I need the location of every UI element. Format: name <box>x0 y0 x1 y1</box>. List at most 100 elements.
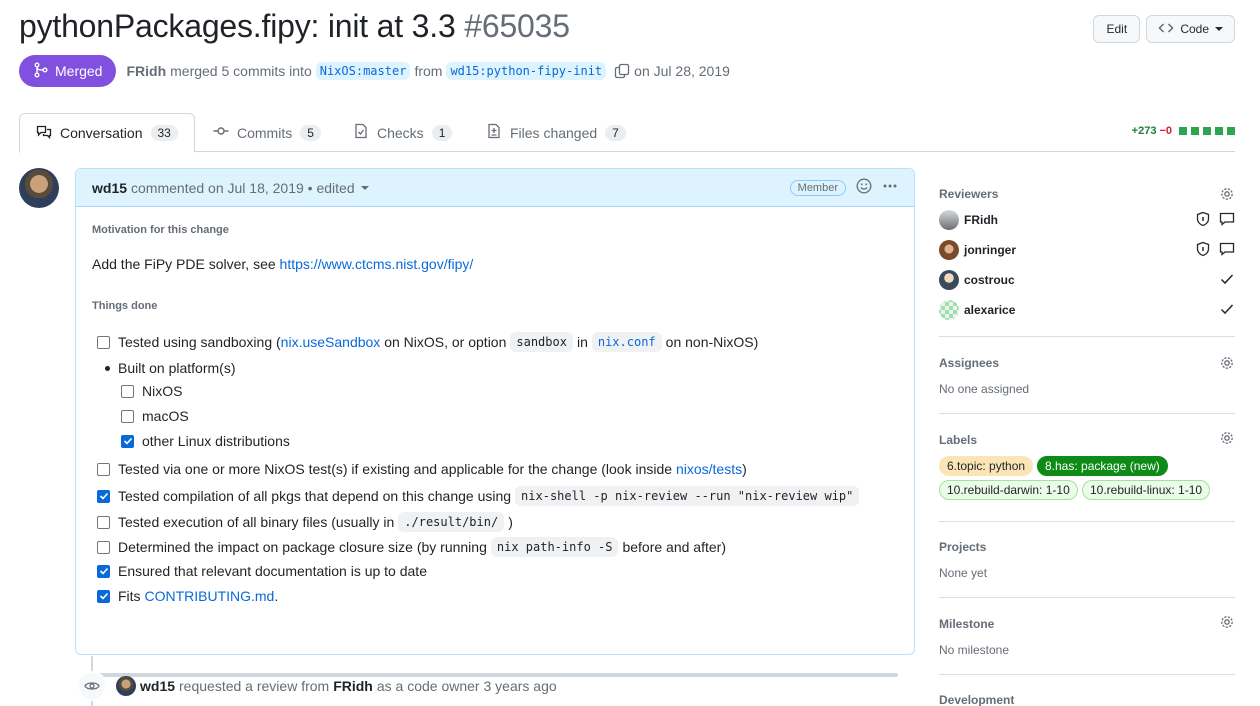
assignees-empty: No one assigned <box>939 382 1030 396</box>
edit-button[interactable]: Edit <box>1093 15 1141 43</box>
things-done-heading: Things done <box>92 300 158 312</box>
gear-icon[interactable] <box>1219 430 1235 449</box>
labels-title: Labels <box>939 433 978 447</box>
tab-conversation[interactable]: Conversation 33 <box>19 113 195 153</box>
development-title: Development <box>939 693 1015 706</box>
inline-code: sandbox <box>510 332 573 352</box>
tab-count: 5 <box>300 124 321 141</box>
reviewer-item[interactable]: costrouc <box>939 270 1235 290</box>
code-icon <box>1158 20 1174 39</box>
reviewers-section: Reviewers FRidh jonringer costrouc alexa… <box>939 170 1235 337</box>
comment-actions <box>856 178 898 197</box>
page-title: pythonPackages.fipy: init at 3.3 #65035 <box>19 8 570 45</box>
avatar <box>939 300 959 320</box>
task-checkbox-checked[interactable] <box>97 489 110 503</box>
task-text: NixOS <box>142 383 183 399</box>
head-branch[interactable]: wd15:python-fipy-init <box>446 62 607 80</box>
task-checkbox-checked[interactable] <box>97 589 110 603</box>
conversation-icon <box>36 124 52 143</box>
label-rebuild-linux[interactable]: 10.rebuild-linux: 1-10 <box>1082 480 1211 500</box>
tab-label: Files changed <box>510 124 598 141</box>
label-has-package-new[interactable]: 8.has: package (new) <box>1037 456 1168 476</box>
task-checkbox[interactable] <box>97 515 110 529</box>
reviewer-item[interactable]: jonringer <box>939 240 1235 260</box>
task-other-linux: other Linux distributions <box>121 433 290 449</box>
base-branch[interactable]: NixOS:master <box>315 62 411 80</box>
tab-label: Checks <box>377 124 424 141</box>
task-text: . <box>274 588 279 604</box>
copy-icon[interactable] <box>614 63 630 79</box>
code-button[interactable]: Code <box>1146 15 1235 43</box>
comment-action[interactable]: commented on Jul 18, 2019 • edited <box>131 180 355 196</box>
tab-commits[interactable]: Commits 5 <box>197 113 337 152</box>
task-checkbox-checked[interactable] <box>97 564 110 578</box>
caret-down-icon <box>1215 22 1223 36</box>
reviewer-status <box>1219 301 1235 320</box>
task-checkbox[interactable] <box>121 384 134 398</box>
state-label: Merged <box>55 63 103 79</box>
inline-code: ./result/bin/ <box>398 512 505 532</box>
projects-title: Projects <box>939 540 987 554</box>
gear-icon[interactable] <box>1219 355 1235 374</box>
tab-label: Conversation <box>60 125 143 141</box>
reviewer-item[interactable]: FRidh <box>939 210 1235 230</box>
comment-icon <box>1219 241 1235 260</box>
task-checkbox[interactable] <box>97 540 110 554</box>
check-icon <box>1219 271 1235 290</box>
smiley-icon[interactable] <box>856 178 872 197</box>
task-checkbox[interactable] <box>121 409 134 423</box>
task-documentation: Ensured that relevant documentation is u… <box>97 563 427 579</box>
reviewer-name: costrouc <box>964 273 1015 287</box>
diffstat-block <box>1191 127 1199 135</box>
pr-number: #65035 <box>464 8 570 44</box>
task-text: Tested using sandboxing ( <box>118 334 281 350</box>
reviewer-name: jonringer <box>964 243 1017 257</box>
label-rebuild-darwin[interactable]: 10.rebuild-darwin: 1-10 <box>939 480 1078 500</box>
contributing-link[interactable]: CONTRIBUTING.md <box>144 588 274 604</box>
motivation-paragraph: Add the FiPy PDE solver, see https://www… <box>92 256 473 272</box>
nix-usesandbox-link[interactable]: nix.useSandbox <box>281 334 381 350</box>
task-text: before and after) <box>622 539 726 555</box>
tab-count: 1 <box>431 124 453 141</box>
fipy-link[interactable]: https://www.ctcms.nist.gov/fipy/ <box>280 256 474 272</box>
milestone-empty: No milestone <box>939 643 1010 657</box>
merge-icon <box>33 62 49 81</box>
merger-link[interactable]: FRidh <box>126 63 166 79</box>
assignees-section: Assignees No one assigned <box>939 337 1235 414</box>
diffstat-block <box>1227 127 1235 135</box>
edit-label: Edit <box>1106 22 1128 36</box>
merge-date: on Jul 28, 2019 <box>634 63 730 79</box>
event-actor[interactable]: wd15 <box>140 678 175 694</box>
task-contributing: Fits CONTRIBUTING.md. <box>97 588 278 604</box>
task-checkbox[interactable] <box>97 335 110 349</box>
nix-conf-link[interactable]: nix.conf <box>591 332 662 352</box>
task-text: Tested execution of all binary files (us… <box>118 514 395 530</box>
tab-files-changed[interactable]: Files changed 7 <box>470 113 642 152</box>
comment-author[interactable]: wd15 <box>92 180 127 196</box>
caret-down-icon[interactable] <box>360 184 369 192</box>
merge-action-text: merged 5 commits into <box>170 63 312 79</box>
reviewers-title: Reviewers <box>939 187 999 201</box>
task-checkbox[interactable] <box>97 462 110 476</box>
event-text: requested a review from <box>179 678 330 694</box>
task-nixos: NixOS <box>121 383 182 399</box>
gear-icon[interactable] <box>1219 614 1235 633</box>
task-text: Fits <box>118 588 141 604</box>
task-macos: macOS <box>121 408 189 424</box>
diffstat[interactable]: +273 −0 <box>1132 125 1235 137</box>
built-on-item: Built on platform(s) <box>105 360 235 376</box>
role-badge: Member <box>789 179 846 196</box>
kebab-horizontal-icon[interactable] <box>882 178 898 197</box>
gear-icon[interactable] <box>1219 186 1235 205</box>
nixos-tests-link[interactable]: nixos/tests <box>676 461 742 477</box>
task-checkbox-checked[interactable] <box>121 434 134 448</box>
task-text: other Linux distributions <box>142 433 290 449</box>
event-target[interactable]: FRidh <box>333 678 373 694</box>
avatar[interactable] <box>19 168 59 208</box>
task-text: ) <box>742 461 747 477</box>
reviewer-item[interactable]: alexarice <box>939 300 1235 320</box>
avatar[interactable] <box>116 676 136 696</box>
label-topic-python[interactable]: 6.topic: python <box>939 456 1034 476</box>
reviewer-name: alexarice <box>964 303 1016 317</box>
tab-checks[interactable]: Checks 1 <box>337 113 468 152</box>
